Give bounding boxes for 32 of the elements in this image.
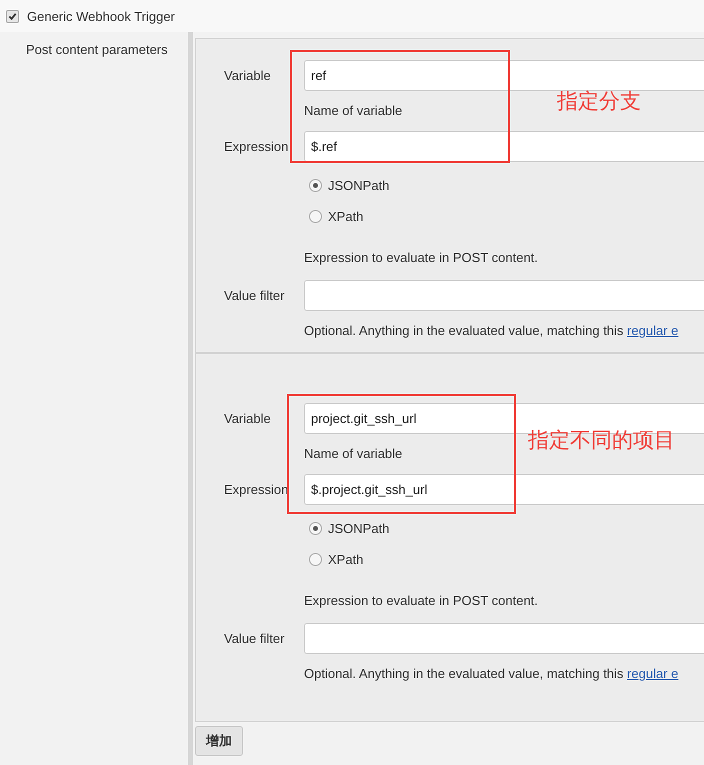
help-text: Expression to evaluate in POST content. [304,249,539,267]
regex-link[interactable]: regular e [627,666,678,681]
radio-label[interactable]: JSONPath [328,178,390,193]
field-label: Expression [224,139,290,154]
help-text: Expression to evaluate in POST content. [304,592,539,610]
variable-field[interactable]: ref [304,60,704,91]
radio-button[interactable] [309,553,322,566]
help-text: Optional. Anything in the evaluated value, matching this regular e [304,322,680,340]
radio-button[interactable] [309,179,322,192]
help-text: Name of variable [304,446,402,461]
value-filter-field[interactable] [304,280,704,311]
regex-link[interactable]: regular e [627,323,678,338]
radio-button[interactable] [309,210,322,223]
value-filter-field[interactable] [304,623,704,654]
expression-field[interactable]: $.ref [304,131,704,162]
field-label: Variable [224,411,272,426]
help-text: Optional. Anything in the evaluated value, matching this regular e [304,665,680,683]
radio-label[interactable]: JSONPath [328,521,390,536]
field-label: Variable [224,68,272,83]
add-button[interactable]: 增加 [195,726,243,756]
radio-label[interactable]: XPath [328,552,364,567]
annotation-note: 指定分支 [557,88,641,115]
field-label: Expression [224,482,290,497]
radio-label[interactable]: XPath [328,209,364,224]
section-label: Post content parameters [26,42,168,57]
help-text: Name of variable [304,103,402,118]
expression-field[interactable]: $.project.git_ssh_url [304,474,704,505]
checkbox[interactable] [6,10,19,22]
field-label: Value filter [224,288,286,303]
radio-button[interactable] [309,522,322,535]
trigger-label: Generic Webhook Trigger [27,8,175,24]
field-label: Value filter [224,631,286,646]
